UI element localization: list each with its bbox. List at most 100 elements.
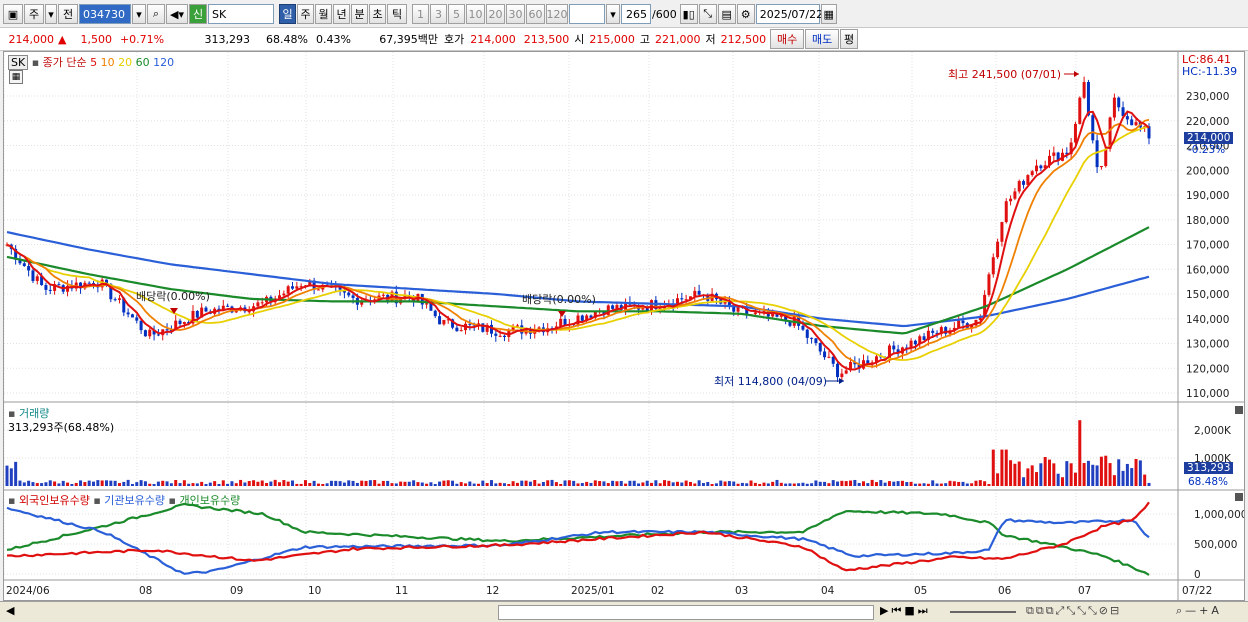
eval-button[interactable]: 평 [840, 29, 859, 49]
volume-bar [1086, 460, 1090, 486]
volume-bar [957, 481, 961, 486]
volume-bar [771, 481, 775, 486]
period-month-tab[interactable]: 월 [315, 4, 332, 24]
sell-button[interactable]: 매도 [805, 29, 840, 49]
volume-bar [515, 482, 519, 486]
scroll-thumb[interactable] [498, 605, 874, 620]
buy-button[interactable]: 매수 [770, 29, 805, 49]
volume-bar [1013, 463, 1017, 486]
volume-bar [451, 480, 455, 486]
volume-bar [944, 483, 948, 486]
zoom-tools[interactable]: ⌕—+A [1176, 604, 1222, 618]
candle-body [165, 329, 169, 331]
holding-panel-close-icon[interactable] [1235, 493, 1243, 501]
volume-bar [213, 481, 217, 486]
chart-canvas[interactable]: 230,000220,000210,000200,000190,000180,0… [4, 52, 1244, 600]
gear-icon[interactable]: ⚙ [736, 4, 755, 24]
volume-bar [546, 480, 550, 486]
volume-bar [1000, 449, 1004, 486]
volume-bar [122, 481, 126, 486]
interval-5[interactable]: 5 [448, 4, 465, 24]
custom-interval-field[interactable] [569, 4, 605, 24]
interval-10[interactable]: 10 [466, 4, 485, 24]
volume-bar [537, 483, 541, 486]
playback-controls[interactable]: ▶⏮■⏭ [880, 604, 931, 618]
volume-bar [83, 482, 87, 486]
volume-bar [394, 483, 398, 486]
candle-icon[interactable]: ▮▯ [679, 4, 698, 24]
candle-body [282, 293, 286, 296]
volume-bar [857, 482, 861, 486]
current-price-tag: 214,000 [1184, 132, 1234, 144]
save-icon[interactable]: ▤ [717, 4, 736, 24]
volume-bar [269, 481, 273, 486]
volume-bar [1134, 458, 1138, 486]
scroll-left-icon[interactable]: ◀ [6, 604, 14, 617]
interval-30[interactable]: 30 [506, 4, 525, 24]
interval-20[interactable]: 20 [486, 4, 505, 24]
period-tick-tab[interactable]: 틱 [387, 4, 407, 24]
interval-60[interactable]: 60 [526, 4, 545, 24]
candle-body [195, 310, 199, 318]
volume-bar [312, 480, 316, 486]
zoom-slider[interactable] [950, 611, 1016, 613]
volume-panel-close-icon[interactable] [1235, 406, 1243, 414]
period-minute-tab[interactable]: 분 [351, 4, 368, 24]
volume-bar [797, 483, 801, 486]
count-input[interactable]: 265 [621, 4, 651, 24]
layout-icon[interactable]: ▣ [3, 4, 23, 24]
volume-bar [321, 483, 325, 486]
time-tick-label: 04 [821, 585, 835, 597]
volume-bar [1004, 449, 1008, 486]
period-day-tab[interactable]: 일 [279, 4, 296, 24]
type-select[interactable]: 주 [24, 4, 44, 24]
period-second-tab[interactable]: 초 [369, 4, 386, 24]
stock-name-field[interactable]: SK [208, 4, 274, 24]
volume-bar [987, 484, 991, 486]
legend-individual: 개인보유수량 [179, 494, 241, 507]
volume-bar [239, 479, 243, 486]
volume-bar [792, 483, 796, 486]
period-week-tab[interactable]: 주 [297, 4, 314, 24]
speaker-icon[interactable]: ◀▾ [166, 4, 188, 24]
current-price: 214,000 [8, 32, 55, 46]
calculator-icon[interactable]: ▦ [9, 70, 23, 84]
candle-body [1035, 165, 1039, 172]
code-dropdown-icon[interactable]: ▾ [132, 4, 146, 24]
volume-bar [195, 483, 199, 486]
calendar-icon[interactable]: ▦ [820, 4, 837, 24]
time-tick-label: 2024/06 [6, 585, 50, 597]
search-icon[interactable]: ⌕ [147, 4, 165, 24]
volume-bar [572, 480, 576, 486]
volume-bar [438, 481, 442, 486]
interval-1[interactable]: 1 [412, 4, 429, 24]
volume-bar [844, 481, 848, 486]
period-year-tab[interactable]: 년 [333, 4, 350, 24]
interval-3[interactable]: 3 [430, 4, 447, 24]
line-tool-icon[interactable]: ⤡ [698, 4, 717, 24]
candle-body [1009, 198, 1013, 202]
volume-bar [727, 481, 731, 486]
candle-body [611, 305, 615, 309]
low-label: 저 [705, 33, 716, 46]
type-dropdown-icon[interactable]: ▾ [45, 4, 57, 24]
price-tick-label: 190,000 [1186, 190, 1229, 202]
date-input[interactable]: 2025/07/22 [755, 4, 823, 24]
volume-bar [485, 483, 489, 486]
volume-bar [57, 483, 61, 486]
candle-body [178, 320, 182, 324]
legend-stock-name[interactable]: SK [8, 55, 29, 70]
high-annotation: 최고 241,500 (07/01) [948, 68, 1062, 81]
chart-area[interactable]: 230,000 220,000 210,000 200,000 190,000 180,0… [3, 51, 1245, 601]
volume-bar [1078, 420, 1082, 486]
volume-bar [667, 480, 671, 486]
sin-button[interactable]: 신 [189, 4, 207, 24]
candle-body [135, 317, 139, 321]
drawing-tools[interactable]: ⧉⧉⧉⤢⤡⤡⤡⊘⊟ [1026, 604, 1121, 618]
candle-body [31, 270, 35, 281]
interval-dropdown-icon[interactable]: ▾ [606, 4, 620, 24]
interval-120[interactable]: 120 [546, 4, 568, 24]
volume-bar [1117, 459, 1121, 486]
mode-select[interactable]: 전 [58, 4, 78, 24]
stock-code-input[interactable]: 034730 [79, 4, 131, 24]
